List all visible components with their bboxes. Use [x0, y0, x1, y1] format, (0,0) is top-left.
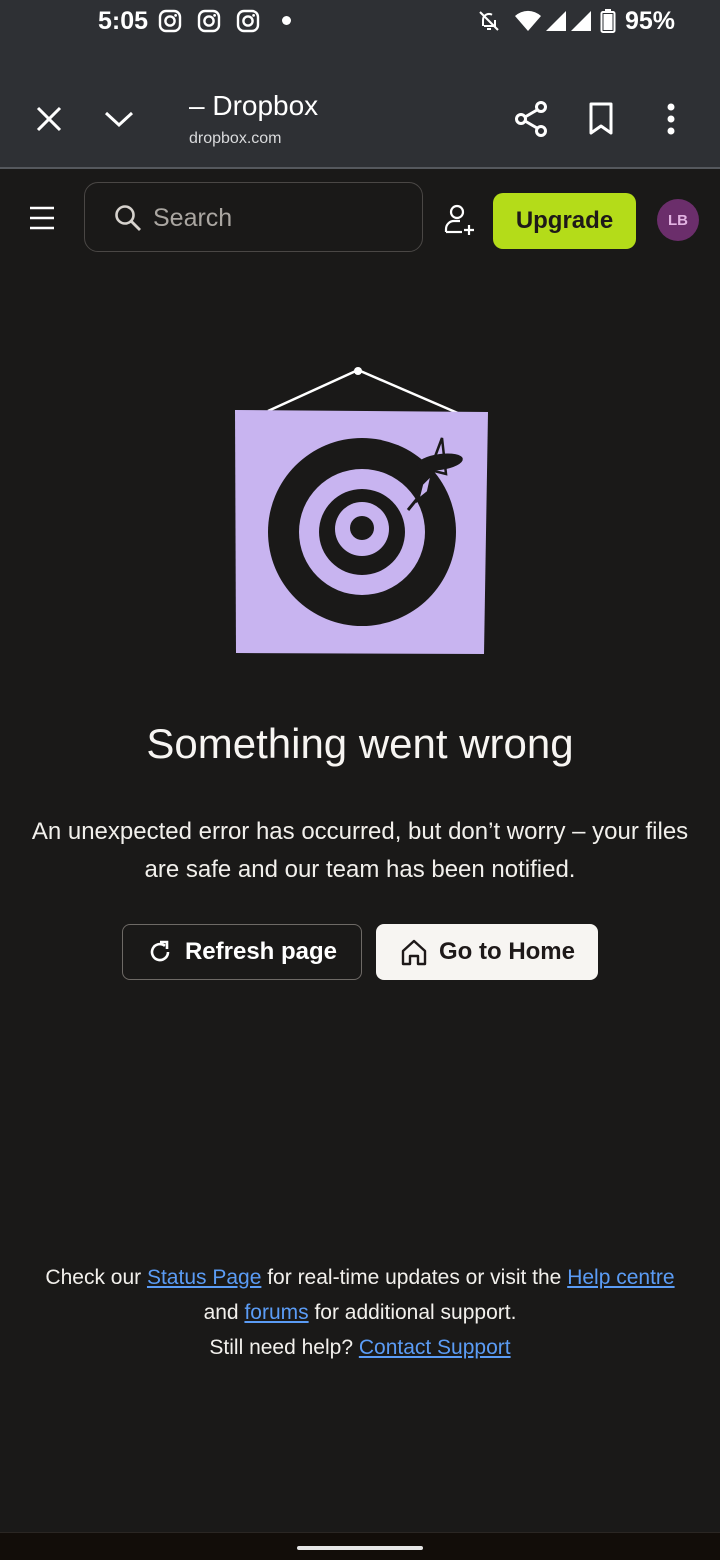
- battery-percentage: 95%: [625, 7, 676, 35]
- menu-icon: [30, 206, 54, 230]
- home-gesture-handle[interactable]: [297, 1546, 423, 1550]
- refresh-page-button[interactable]: Refresh page: [122, 924, 362, 980]
- signal-icon: [571, 11, 591, 31]
- search-input[interactable]: Search: [84, 182, 423, 252]
- more-options-button[interactable]: [650, 98, 692, 140]
- help-text-part: and: [203, 1301, 245, 1324]
- bookmark-icon: [589, 102, 613, 135]
- contact-support-link[interactable]: Contact Support: [359, 1336, 511, 1359]
- home-icon: [401, 939, 427, 966]
- more-vertical-icon: [667, 103, 675, 135]
- upgrade-button[interactable]: Upgrade: [493, 193, 636, 249]
- status-time: 5:05: [98, 7, 149, 35]
- target-illustration-icon: [235, 367, 488, 654]
- page-title: – Dropbox: [189, 90, 319, 121]
- add-user-icon: [444, 204, 474, 235]
- forums-link[interactable]: forums: [244, 1301, 308, 1324]
- browser-toolbar: – Dropbox dropbox.com: [0, 44, 720, 169]
- refresh-label: Refresh page: [184, 938, 338, 965]
- instagram-icon: [197, 9, 221, 33]
- minimize-button[interactable]: [98, 98, 140, 140]
- bell-off-icon: [479, 11, 499, 31]
- system-nav-bar: [0, 1532, 720, 1560]
- close-tab-button[interactable]: [28, 98, 70, 140]
- help-text: Check our Status Page for real-time upda…: [40, 1260, 680, 1365]
- avatar[interactable]: LB: [657, 199, 699, 241]
- close-icon: [36, 106, 62, 132]
- hamburger-menu-button[interactable]: [24, 200, 60, 236]
- help-text-part: for real-time updates or visit the: [261, 1266, 568, 1289]
- share-button[interactable]: [510, 98, 552, 140]
- status-bar: 5:05 95%: [0, 0, 720, 44]
- help-centre-link[interactable]: Help centre: [567, 1266, 674, 1289]
- search-icon: [115, 205, 141, 231]
- battery-icon: [600, 9, 616, 33]
- instagram-icon: [236, 9, 260, 33]
- home-label: Go to Home: [439, 938, 575, 965]
- bookmark-button[interactable]: [580, 98, 622, 140]
- notification-dot: [282, 16, 291, 25]
- error-description: An unexpected error has occurred, but do…: [31, 818, 689, 883]
- invite-member-button[interactable]: [440, 200, 480, 240]
- refresh-icon: [150, 940, 170, 962]
- help-text-part: Still need help?: [209, 1336, 359, 1359]
- error-title: Something went wrong: [146, 720, 574, 767]
- page-url[interactable]: dropbox.com: [189, 130, 282, 148]
- instagram-icon: [158, 9, 182, 33]
- help-text-part: for additional support.: [308, 1301, 517, 1324]
- help-text-part: Check our: [45, 1266, 147, 1289]
- chevron-down-icon: [104, 111, 134, 128]
- go-to-home-button[interactable]: Go to Home: [376, 924, 598, 980]
- wifi-icon: [515, 10, 541, 31]
- status-page-link[interactable]: Status Page: [147, 1266, 261, 1289]
- signal-icon: [546, 11, 566, 31]
- search-placeholder: Search: [153, 204, 233, 232]
- share-icon: [515, 101, 547, 137]
